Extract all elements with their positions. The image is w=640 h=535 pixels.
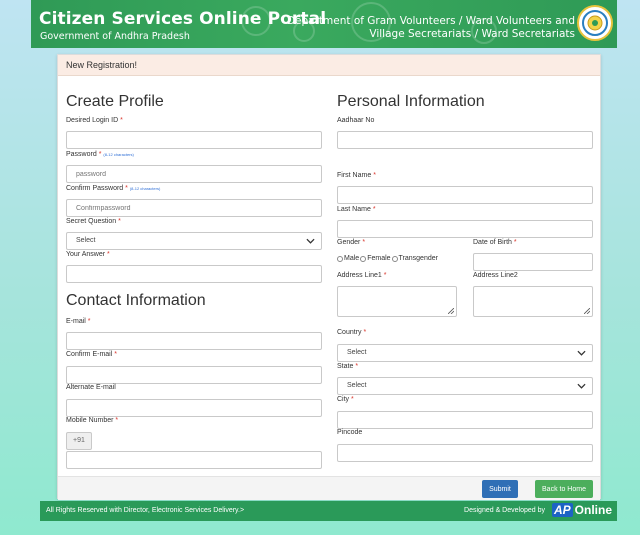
login-id-label: Desired Login ID * bbox=[66, 117, 123, 124]
your-answer-label: Your Answer * bbox=[66, 251, 110, 258]
personal-information-title: Personal Information bbox=[337, 93, 485, 110]
page-footer: All Rights Reserved with Director, Elect… bbox=[40, 501, 617, 521]
gender-female-label: Female bbox=[367, 255, 391, 262]
password-label: Password * (8-12 characters) bbox=[66, 151, 134, 158]
last-name-label: Last Name * bbox=[337, 206, 376, 213]
gender-transgender-label: Transgender bbox=[398, 255, 438, 262]
gender-male-radio[interactable] bbox=[337, 255, 343, 262]
aadhaar-input[interactable] bbox=[337, 131, 593, 149]
contact-information-title: Contact Information bbox=[66, 292, 206, 309]
confirm-email-label: Confirm E-mail * bbox=[66, 351, 117, 358]
email-input[interactable] bbox=[66, 332, 322, 350]
mobile-number-input[interactable] bbox=[66, 451, 322, 469]
resize-grip-icon[interactable] bbox=[584, 308, 590, 314]
city-label: City * bbox=[337, 396, 354, 403]
confirm-password-label: Confirm Password * (8-12 characters) bbox=[66, 185, 161, 192]
chevron-down-icon bbox=[577, 383, 586, 389]
address-line2-textarea[interactable] bbox=[473, 286, 593, 317]
address-line1-textarea[interactable] bbox=[337, 286, 457, 317]
pincode-label: Pincode bbox=[337, 429, 363, 436]
chevron-down-icon bbox=[577, 350, 586, 356]
rights-text: All Rights Reserved with Director, Elect… bbox=[46, 507, 245, 514]
address-line2-label: Address Line2 bbox=[473, 272, 518, 279]
password-input[interactable] bbox=[66, 165, 322, 183]
mobile-country-code: +91 bbox=[66, 432, 92, 450]
aponline-logo[interactable]: AP Online bbox=[551, 503, 612, 517]
email-label: E-mail * bbox=[66, 318, 91, 325]
state-label: State * bbox=[337, 363, 359, 370]
designed-by-text: Designed & Developed by bbox=[464, 507, 545, 514]
pincode-input[interactable] bbox=[337, 444, 593, 462]
aponline-logo-online: Online bbox=[574, 503, 612, 517]
department-line-1: Department of Gram Volunteers / Ward Vol… bbox=[286, 15, 575, 27]
card-footer bbox=[58, 476, 600, 500]
first-name-label: First Name * bbox=[337, 172, 376, 179]
confirm-email-input[interactable] bbox=[66, 366, 322, 384]
back-to-home-button[interactable]: Back to Home bbox=[535, 480, 593, 498]
state-select[interactable]: Select bbox=[337, 377, 593, 395]
secret-question-label: Secret Question * bbox=[66, 218, 121, 225]
alternate-email-label: Alternate E-mail bbox=[66, 384, 116, 391]
alternate-email-input[interactable] bbox=[66, 399, 322, 417]
chevron-down-icon bbox=[306, 238, 315, 244]
registration-card: New Registration! Create Profile Desired… bbox=[57, 54, 601, 500]
city-input[interactable] bbox=[337, 411, 593, 429]
create-profile-title: Create Profile bbox=[66, 93, 164, 110]
gender-radio-group: Male Female Transgender bbox=[337, 255, 438, 262]
country-select[interactable]: Select bbox=[337, 344, 593, 362]
gender-label: Gender * bbox=[337, 239, 366, 246]
date-of-birth-label: Date of Birth * bbox=[473, 239, 517, 246]
confirm-password-input[interactable] bbox=[66, 199, 322, 217]
portal-subtitle: Government of Andhra Pradesh bbox=[40, 31, 190, 42]
aadhaar-label: Aadhaar No bbox=[337, 117, 375, 124]
address-line1-label: Address Line1 * bbox=[337, 272, 387, 279]
portal-title: Citizen Services Online Portal bbox=[39, 9, 327, 29]
country-value: Select bbox=[347, 349, 367, 356]
mobile-number-label: Mobile Number * bbox=[66, 417, 119, 424]
department-line-2: Village Secretariats / Ward Secretariats bbox=[369, 28, 575, 40]
portal-header: Citizen Services Online Portal Governmen… bbox=[31, 0, 617, 48]
ap-emblem-icon bbox=[577, 5, 613, 41]
resize-grip-icon[interactable] bbox=[448, 308, 454, 314]
gender-male-label: Male bbox=[344, 255, 360, 262]
state-value: Select bbox=[347, 382, 367, 389]
last-name-input[interactable] bbox=[337, 220, 593, 238]
gender-female-radio[interactable] bbox=[360, 255, 367, 262]
submit-button[interactable]: Submit bbox=[482, 480, 518, 498]
date-of-birth-input[interactable] bbox=[473, 253, 593, 271]
secret-question-select[interactable]: Select bbox=[66, 232, 322, 250]
first-name-input[interactable] bbox=[337, 186, 593, 204]
country-label: Country * bbox=[337, 329, 367, 336]
secret-question-value: Select bbox=[76, 237, 96, 244]
card-heading: New Registration! bbox=[58, 55, 600, 76]
aponline-logo-ap: AP bbox=[551, 503, 573, 517]
your-answer-input[interactable] bbox=[66, 265, 322, 283]
login-id-input[interactable] bbox=[66, 131, 322, 149]
gender-transgender-radio[interactable] bbox=[391, 255, 398, 262]
